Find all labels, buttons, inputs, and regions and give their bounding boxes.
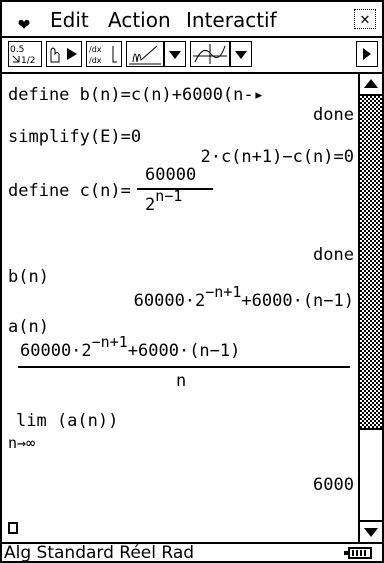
input-line-b[interactable]: b(n) (8, 266, 49, 288)
fraction-c[interactable]: 60000 2n−1 (137, 164, 217, 224)
menu-interactif[interactable]: Interactif (186, 7, 277, 33)
denominator-base: 2 (145, 195, 156, 215)
output-limit-result: 6000 (313, 475, 354, 495)
denominator-exponent: n−1 (155, 187, 183, 205)
fraction-decimal-bottom: 1/2 (21, 56, 35, 66)
graph-dropdown-arrow[interactable] (230, 41, 252, 67)
menu-bar: ❤ Edit Action Interactif ✕ (2, 2, 382, 38)
scroll-up-arrow-icon[interactable] (360, 74, 382, 96)
main-work-area[interactable]: define b(n)=c(n)+6000(n-▸ done simplify(… (2, 74, 358, 542)
input-line-limit[interactable]: lim (a(n)) (16, 410, 118, 432)
fraction-decimal-icon[interactable]: 0.5 1/2 (8, 41, 42, 67)
toolbar-scroll-right-button[interactable] (356, 41, 378, 67)
calculator-screen: ❤ Edit Action Interactif ✕ 0.5 1/2 /dx /… (0, 0, 384, 563)
svg-text:/dx: /dx (89, 45, 102, 54)
integral-icon[interactable] (126, 41, 164, 67)
a-numerator-part1: 60000·2 (20, 341, 92, 361)
output-a-fraction: 60000·2−n+1+6000·(n−1) n (16, 333, 356, 398)
derivative-icon[interactable]: /dx /dx (86, 41, 122, 67)
menu-edit[interactable]: Edit (50, 7, 89, 33)
a-numerator: 60000·2−n+1+6000·(n−1) (20, 333, 241, 362)
a-denominator: n (176, 371, 187, 391)
input-cursor-box[interactable] (8, 522, 18, 534)
battery-icon (344, 547, 372, 559)
b-expression-part1: 60000·2 (133, 291, 206, 311)
fraction-bar (18, 366, 350, 368)
input-line-define-c-prefix[interactable]: define c(n)= (8, 180, 131, 202)
graph-icon[interactable] (190, 41, 230, 67)
scrollbar-track[interactable] (360, 96, 382, 520)
output-done: done (313, 245, 354, 265)
vertical-scrollbar[interactable] (358, 74, 382, 542)
input-line-define-b[interactable]: define b(n)=c(n)+6000(n-▸ (8, 84, 264, 106)
fraction-c-numerator: 60000 (145, 165, 197, 185)
integral-dropdown-arrow[interactable] (164, 41, 186, 67)
fraction-decimal-top: 0.5 (10, 45, 24, 55)
svg-text:/dx: /dx (89, 56, 102, 65)
b-expression-part2: +6000·(n−1) (241, 291, 354, 311)
a-numerator-exponent: −n+1 (91, 333, 128, 351)
status-bar: Alg Standard Réel Rad (2, 542, 382, 563)
fraction-c-denominator: 2n−1 (145, 187, 182, 216)
a-numerator-part2: +6000·(n−1) (127, 341, 241, 361)
output-done: done (313, 105, 354, 125)
output-recurrence: 2·c(n+1)−c(n)=0 (200, 147, 354, 167)
stop-play-icon[interactable] (46, 41, 82, 67)
menu-dropdown-arrow-icon[interactable]: ❤ (18, 13, 30, 33)
b-expression-exponent: −n+1 (205, 283, 242, 301)
input-line-a[interactable]: a(n) (8, 316, 49, 338)
output-b-expression: 60000·2−n+1+6000·(n−1) (133, 283, 354, 312)
input-line-simplify[interactable]: simplify(E)=0 (8, 126, 141, 148)
status-text: Alg Standard Réel Rad (4, 543, 195, 563)
scrollbar-thumb[interactable] (360, 428, 382, 520)
limit-subscript: n→∞ (8, 434, 36, 452)
menu-action[interactable]: Action (108, 7, 171, 33)
close-icon[interactable]: ✕ (354, 9, 376, 29)
toolbar: 0.5 1/2 /dx /dx (2, 38, 382, 74)
scroll-down-arrow-icon[interactable] (360, 520, 382, 542)
